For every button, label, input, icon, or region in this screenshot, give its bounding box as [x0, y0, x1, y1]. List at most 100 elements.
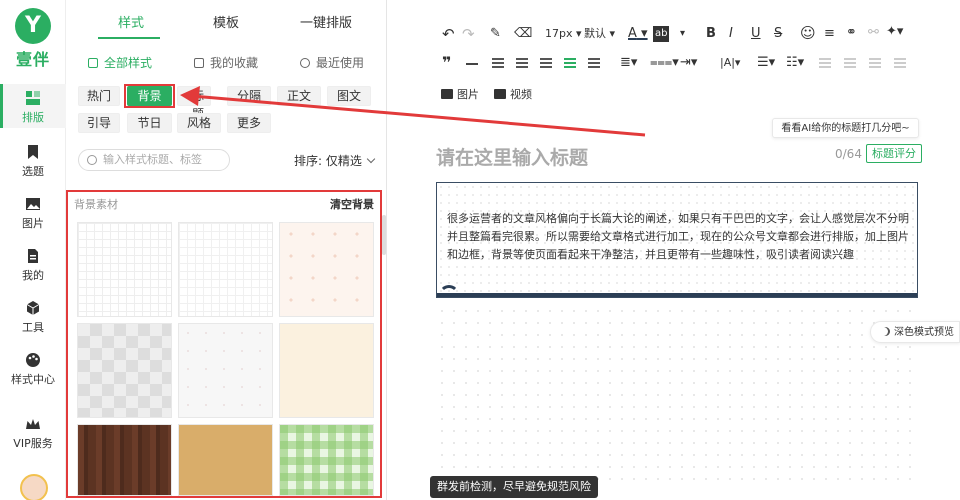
nav-item-mine[interactable]: 我的: [0, 242, 66, 286]
nav-label: 样式中心: [11, 373, 55, 386]
nav-label: 排版: [22, 111, 44, 124]
tag-festival[interactable]: 节日: [127, 113, 172, 133]
subtab-favorites[interactable]: 我的收藏: [194, 54, 258, 71]
undo-icon[interactable]: ↶: [442, 26, 455, 42]
content-bottom-bar: [437, 285, 917, 297]
nav-item-vip[interactable]: VIP服务: [0, 410, 66, 454]
link-icon[interactable]: ⚭: [846, 25, 857, 41]
bullet-list-icon[interactable]: ☰▾: [757, 55, 775, 71]
float-right-icon[interactable]: [894, 58, 906, 68]
title-char-count: 0/64: [835, 147, 862, 161]
subtab-all-styles[interactable]: 全部样式: [88, 54, 152, 71]
pre-send-check-tooltip: 群发前检测，尽早避免规范风险: [430, 476, 598, 498]
tag-body[interactable]: 正文: [277, 86, 321, 106]
subtab-recent[interactable]: 最近使用: [300, 54, 364, 71]
moon-icon: [881, 327, 890, 336]
bg-thumb[interactable]: [178, 424, 273, 496]
nav-label: 图片: [22, 217, 44, 230]
font-color-button[interactable]: A ▾: [628, 26, 648, 42]
align-left-icon[interactable]: [492, 58, 504, 68]
video-icon: [494, 89, 506, 99]
align-right-icon[interactable]: [540, 58, 552, 68]
crown-icon: [26, 419, 40, 429]
bold-button[interactable]: B: [706, 26, 716, 42]
chevron-down-icon[interactable]: ▾: [680, 26, 685, 42]
content-block[interactable]: 很多运营者的文章风格偏向于长篇大论的阐述，如果只有干巴巴的文字，会让人感觉层次不…: [436, 182, 918, 298]
quote-icon[interactable]: ❞: [442, 55, 451, 71]
title-score-button[interactable]: 标题评分: [866, 144, 922, 163]
divider-line-icon[interactable]: [466, 63, 478, 65]
editor: ↶ ↷ ✎ ⌫ 17px ▾ 默认 ▾ A ▾ ab ▾ B I U S ☺ ≡…: [394, 0, 960, 500]
font-color-letter: A: [628, 26, 637, 41]
bg-thumb[interactable]: [279, 323, 374, 418]
tab-one-click-layout[interactable]: 一键排版: [300, 12, 352, 31]
underline-button[interactable]: U: [751, 26, 761, 42]
tag-hot[interactable]: 热门: [78, 86, 120, 106]
redo-icon[interactable]: ↷: [462, 26, 475, 42]
indent-icon[interactable]: ⇥▾: [680, 55, 697, 71]
editor-canvas[interactable]: [436, 305, 918, 485]
tag-more[interactable]: 更多: [227, 113, 271, 133]
avatar[interactable]: [20, 474, 48, 500]
bg-thumb[interactable]: [178, 222, 273, 317]
align-center-icon[interactable]: [516, 58, 528, 68]
panel-scrollbar[interactable]: [382, 215, 386, 255]
tag-image-text[interactable]: 图文: [327, 86, 371, 106]
clear-background-button[interactable]: 清空背景: [330, 196, 374, 212]
sort-dropdown[interactable]: 排序: 仅精选: [294, 152, 374, 169]
tab-styles[interactable]: 样式: [118, 12, 144, 31]
tag-title[interactable]: 标题: [177, 86, 211, 121]
font-size-select[interactable]: 17px ▾: [545, 26, 582, 42]
nav-item-topics[interactable]: 选题: [0, 138, 66, 182]
app-root: Y 壹伴 排版 选题 图片 我的 工具 样式中心 VIP服务 样式 模板 一键排…: [0, 0, 960, 500]
italic-button[interactable]: I: [729, 26, 733, 42]
emoji-icon[interactable]: ☺: [800, 25, 816, 41]
format-painter-icon[interactable]: ✎: [490, 26, 501, 42]
nav-item-images[interactable]: 图片: [0, 190, 66, 234]
bg-thumb[interactable]: [279, 424, 374, 496]
highlight-icon[interactable]: ab: [653, 26, 670, 42]
font-family-select[interactable]: 默认 ▾: [584, 26, 615, 42]
bg-thumb[interactable]: [77, 323, 172, 418]
outdent-icon[interactable]: [819, 58, 831, 68]
line-height-icon[interactable]: ≣▾: [620, 55, 637, 71]
star-icon: [194, 58, 204, 68]
title-input[interactable]: 请在这里输入标题: [436, 143, 588, 170]
letter-spacing-icon[interactable]: |A|▾: [720, 55, 740, 71]
nav-item-tools[interactable]: 工具: [0, 294, 66, 338]
search-input[interactable]: 输入样式标题、标签: [78, 149, 230, 171]
nav-item-layout[interactable]: 排版: [0, 84, 66, 128]
tab-templates[interactable]: 模板: [213, 12, 239, 31]
align-distribute-icon[interactable]: [588, 58, 600, 68]
paragraph-spacing-icon[interactable]: ⩶▾: [650, 55, 679, 71]
bg-thumb[interactable]: [178, 323, 273, 418]
nav-item-style-center[interactable]: 样式中心: [0, 346, 66, 390]
insert-video-button[interactable]: 视频: [494, 86, 532, 102]
tag-highlight-frame: [124, 84, 175, 108]
tag-divider[interactable]: 分隔: [227, 86, 271, 106]
magic-wand-icon[interactable]: ✦▾: [886, 24, 903, 40]
strikethrough-button[interactable]: S: [774, 26, 782, 42]
ai-title-tip[interactable]: 看看AI给你的标题打几分吧~: [772, 118, 919, 138]
float-left-icon[interactable]: [869, 58, 881, 68]
tag-guide[interactable]: 引导: [78, 113, 120, 133]
horizontal-rule-icon[interactable]: ≡: [824, 26, 835, 42]
clock-icon: [300, 58, 310, 68]
content-text[interactable]: 很多运营者的文章风格偏向于长篇大论的阐述，如果只有干巴巴的文字，会让人感觉层次不…: [447, 210, 911, 264]
indent-more-icon[interactable]: [844, 58, 856, 68]
unlink-icon[interactable]: ⚯: [868, 25, 879, 41]
align-justify-icon[interactable]: [564, 58, 576, 68]
clear-format-icon[interactable]: ⌫: [514, 26, 532, 42]
bg-thumb[interactable]: [279, 222, 374, 317]
dark-mode-preview-button[interactable]: 深色模式预览: [870, 321, 960, 343]
bg-thumb[interactable]: [77, 222, 172, 317]
nav-label: 工具: [22, 321, 44, 334]
bg-thumb[interactable]: [77, 424, 172, 496]
image-icon: [441, 89, 453, 99]
logo-text: 壹伴: [15, 50, 50, 69]
numbered-list-icon[interactable]: ☷▾: [786, 55, 804, 71]
subtab-label: 我的收藏: [210, 56, 259, 70]
tag-style[interactable]: 风格: [177, 113, 221, 133]
insert-image-label: 图片: [457, 88, 479, 101]
insert-image-button[interactable]: 图片: [441, 86, 479, 102]
